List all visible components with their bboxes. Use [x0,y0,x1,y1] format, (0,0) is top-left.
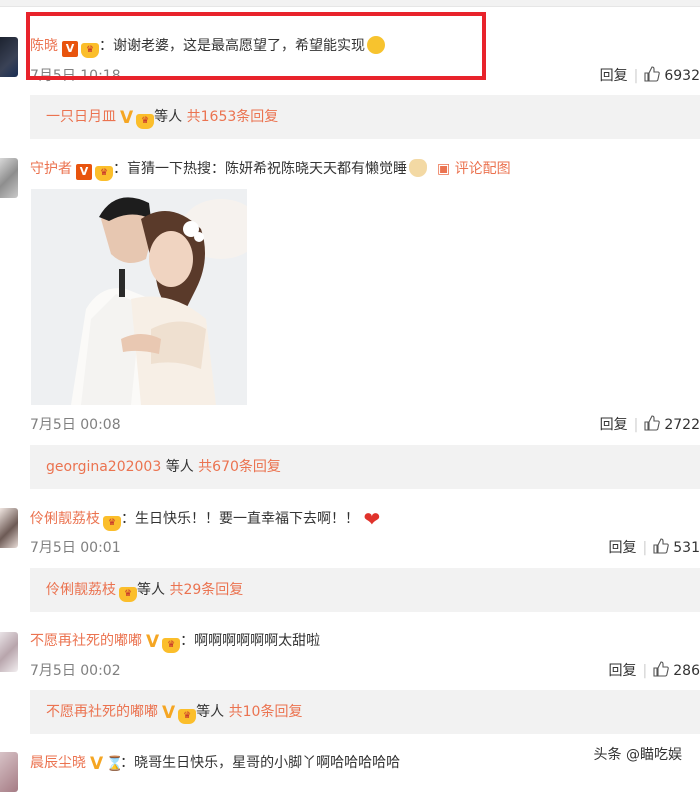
comment-text: 盲猜一下热搜：陈妍希祝陈晓天天都有懒觉睡 [127,161,407,177]
reply-thread-bar[interactable]: 一只日月皿 V ♛ 等人 共1653条回复 [30,95,700,139]
comment-actions: 回复 | 286 [609,660,700,680]
crown-badge-icon: ♛ [178,709,197,724]
verified-gold-icon: V [90,754,104,774]
comment-actions: 回复 | 531 [609,537,700,557]
crown-badge-icon: ♛ [136,114,155,129]
heart-icon: ❤ [363,507,381,531]
comment-picture-link[interactable]: ▣ 评论配图 [437,161,511,177]
divider: | [642,540,648,556]
comment-time: 7月5日 00:02 [30,663,121,679]
thread-reply-count[interactable]: 共670条回复 [198,459,281,475]
thread-mid-text: 等人 [154,109,183,125]
comment-text: 晓哥生日快乐，星哥的小脚丫啊哈哈哈哈哈 [134,755,401,771]
thread-username[interactable]: 一只日月皿 [46,109,116,125]
reply-thread-bar[interactable]: 不愿再社死的嘟嘟 V ♛ 等人 共10条回复 [30,690,700,734]
reply-button[interactable]: 回复 [600,68,628,84]
crown-badge-icon: ♛ [162,638,181,653]
comment-line: 晨辰尘晓 V ⌛：晓哥生日快乐，星哥的小脚丫啊哈哈哈哈哈 [30,754,401,774]
thread-mid-text: 等人 [165,459,194,475]
avatar[interactable] [0,37,18,77]
like-count: 2722 [664,417,700,433]
thread-username[interactable]: georgina202003 [46,459,161,475]
thread-mid-text: 等人 [196,704,225,720]
divider: | [633,417,639,433]
crown-badge-icon: ♛ [95,166,113,181]
reply-button[interactable]: 回复 [609,540,637,556]
comment-line: 守护者 V ♛ ：盲猜一下热搜：陈妍希祝陈晓天天都有懒觉睡 ▣ 评论配图 [30,158,511,181]
thread-reply-count[interactable]: 共29条回复 [169,582,243,598]
comment-text: 啊啊啊啊啊啊太甜啦 [194,633,321,649]
divider: | [642,663,648,679]
avatar[interactable] [0,158,18,198]
comment-picture-label: 评论配图 [454,161,511,177]
thread-reply-count[interactable]: 共1653条回复 [187,109,279,125]
thread-mid-text: 等人 [137,582,165,598]
crown-badge-icon: ♛ [103,516,121,531]
verified-gold-icon: V [162,703,176,723]
like-count: 6932 [664,68,700,84]
comment-text: 生日快乐！！要一直幸福下去啊！！ [135,511,359,527]
image-icon: ▣ [437,161,451,177]
comment-username[interactable]: 不愿再社死的嘟嘟 [30,633,142,649]
crown-badge-icon: ♛ [119,587,137,602]
wedding-photo-illustration [31,189,247,405]
comment-username[interactable]: 晨辰尘晓 [30,755,86,771]
reply-thread-bar[interactable]: 伶俐靓荔枝 ♛ 等人 共29条回复 [30,568,700,612]
like-count: 531 [673,540,700,556]
hourglass-badge-icon: ⌛ [106,756,124,772]
top-divider [0,0,700,7]
like-count: 286 [673,663,700,679]
divider: | [633,68,639,84]
avatar[interactable] [0,752,18,792]
thumbs-up-icon[interactable] [644,66,661,82]
avatar[interactable] [0,508,18,548]
thumbs-up-icon[interactable] [644,415,661,431]
thread-username[interactable]: 伶俐靓荔枝 [46,582,116,598]
comment-username[interactable]: 伶俐靓荔枝 [30,511,100,527]
comment-actions: 回复 | 2722 [600,414,700,434]
highlight-box [26,12,486,80]
thumbs-up-icon[interactable] [653,661,670,677]
reply-thread-bar[interactable]: georgina202003 等人 共670条回复 [30,445,700,489]
comment-time: 7月5日 00:01 [30,540,121,556]
verified-gold-icon: V [146,632,160,652]
thread-username[interactable]: 不愿再社死的嘟嘟 [46,704,158,720]
comment-line: 不愿再社死的嘟嘟 V ♛ ：啊啊啊啊啊啊太甜啦 [30,632,321,653]
comment-username[interactable]: 守护者 [30,161,72,177]
comment-actions: 回复 | 6932 [600,65,700,85]
comment-line: 伶俐靓荔枝 ♛ ：生日快乐！！要一直幸福下去啊！！ ❤ [30,507,381,531]
comment-time: 7月5日 00:08 [30,417,121,433]
verified-gold-icon: V [120,108,134,128]
comment-photo[interactable] [31,189,247,405]
avatar[interactable] [0,632,18,672]
verified-badge-icon: V [76,164,92,180]
watermark: 头条 @瞄吃娱 [593,747,682,763]
thumbs-up-icon[interactable] [653,538,670,554]
reply-button[interactable]: 回复 [600,417,628,433]
doge-emoji-icon [409,159,427,177]
reply-button[interactable]: 回复 [609,663,637,679]
thread-reply-count[interactable]: 共10条回复 [229,704,303,720]
